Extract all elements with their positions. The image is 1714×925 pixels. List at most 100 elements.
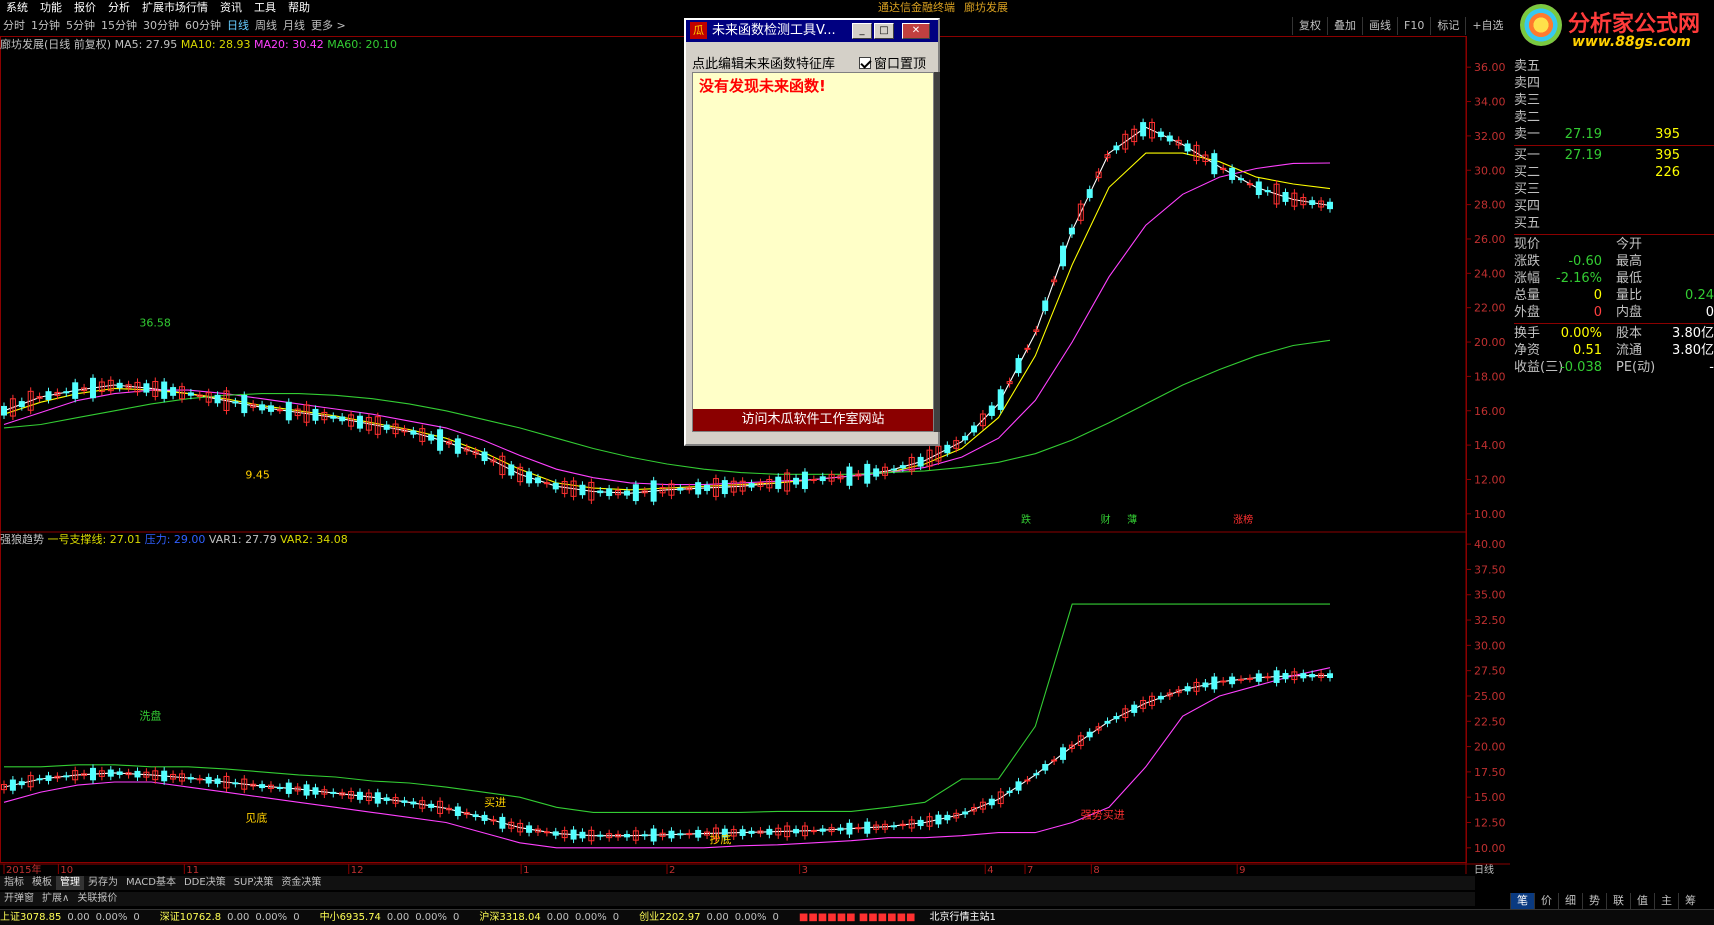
event-marker[interactable]: 财 (1101, 513, 1111, 526)
tab-price[interactable]: 价 (1534, 893, 1558, 909)
event-marker[interactable]: 涨榜 (1233, 513, 1253, 526)
f10-button[interactable]: F10 (1397, 17, 1430, 35)
menu-item-news[interactable]: 资讯 (214, 0, 248, 15)
candle-body (437, 429, 444, 451)
stay-on-top-label: 窗口置顶 (874, 57, 927, 72)
series-line-一号支撑线 (3, 675, 1331, 837)
candle-body (526, 825, 533, 833)
candle-body (695, 829, 702, 838)
period-more[interactable]: 更多 > (308, 17, 349, 35)
index-name: 中小 (319, 912, 340, 923)
candle-body (606, 488, 613, 497)
period-monthly[interactable]: 月线 (280, 17, 308, 35)
tab-value[interactable]: 值 (1630, 893, 1654, 909)
expand-button[interactable]: 扩展∧ (38, 892, 73, 906)
candle-body (597, 490, 604, 494)
menu-item-analysis[interactable]: 分析 (102, 0, 136, 15)
index-name: 深证 (159, 912, 180, 923)
tab-dde[interactable]: DDE决策 (180, 876, 230, 890)
candle-body (187, 392, 194, 396)
candle-body (890, 825, 897, 828)
tab-macd[interactable]: MACD基本 (122, 876, 180, 890)
edit-feature-link[interactable]: 点此编辑未来函数特征库 (692, 53, 835, 72)
candle-body (383, 424, 390, 430)
index-quote[interactable]: 中小6935.74 0.00 0.00% 0 (320, 910, 466, 925)
index-quote[interactable]: 上证3078.85 0.00 0.00% 0 (0, 910, 146, 925)
menu-item-tools[interactable]: 工具 (248, 0, 282, 15)
tab-detail[interactable]: 细 (1558, 893, 1582, 909)
period-weekly[interactable]: 周线 (252, 17, 280, 35)
candle-body (1051, 759, 1058, 762)
mark-button[interactable]: 标记 (1430, 17, 1465, 35)
period-30min[interactable]: 30分钟 (140, 17, 182, 35)
index-quote[interactable]: 创业2202.97 0.00 0.00% 0 (639, 910, 785, 925)
x-tick-label: 9 (1239, 865, 1245, 874)
y-tick-label: 30.00 (1474, 164, 1506, 177)
x-tick-label: 4 (987, 865, 993, 874)
stat-label: 总量 (1514, 288, 1541, 303)
candle-body (1140, 122, 1147, 137)
period-5min[interactable]: 5分钟 (63, 17, 98, 35)
dialog-title[interactable]: 未来函数检测工具V... (686, 20, 938, 42)
index-v: 0 (612, 912, 620, 923)
adjust-button[interactable]: 复权 (1292, 17, 1327, 35)
overlay-button[interactable]: 叠加 (1327, 17, 1362, 35)
menu-item-function[interactable]: 功能 (34, 0, 68, 15)
maximize-button[interactable]: □ (874, 23, 894, 39)
event-marker[interactable]: 薄 (1127, 513, 1137, 526)
tab-trades[interactable]: 笔 (1510, 893, 1534, 909)
y-tick-label: 32.00 (1474, 130, 1506, 143)
visit-website-button[interactable]: 访问木瓜软件工作室网站 (693, 409, 933, 431)
y-tick-label: 26.00 (1474, 233, 1506, 246)
indicator-tabs: 指标 模板 管理 另存为 MACD基本 DDE决策 SUP决策 资金决策 (0, 876, 1475, 890)
menu-item-help[interactable]: 帮助 (282, 0, 316, 15)
index-quote[interactable]: 深证10762.8 0.00 0.00% 0 (160, 910, 306, 925)
checkbox-icon[interactable] (859, 57, 871, 69)
tab-related[interactable]: 联 (1606, 893, 1630, 909)
minimize-button[interactable]: _ (852, 23, 872, 39)
tab-trend[interactable]: 势 (1582, 893, 1606, 909)
open-popup-button[interactable]: 开弹窗 (0, 892, 38, 906)
tab-chips[interactable]: 筹 (1678, 893, 1702, 909)
period-1min[interactable]: 1分钟 (28, 17, 63, 35)
candle-body (597, 834, 604, 837)
period-daily[interactable]: 日线 (224, 17, 252, 35)
stat-row: 收益(三) -0.038 PE(动) - (1514, 360, 1714, 376)
period-tick[interactable]: 分时 (0, 17, 28, 35)
period-15min[interactable]: 15分钟 (98, 17, 140, 35)
candle-body (187, 777, 194, 780)
tab-main[interactable]: 主 (1654, 893, 1678, 909)
tab-manage[interactable]: 管理 (56, 876, 84, 890)
index-quote[interactable]: 沪深3318.04 0.00 0.00% 0 (479, 910, 625, 925)
stay-on-top-checkbox[interactable]: 窗口置顶 (859, 53, 926, 72)
candle-body (63, 391, 70, 394)
menu-item-quote[interactable]: 报价 (68, 0, 102, 15)
event-marker[interactable]: 跌 (1021, 513, 1031, 526)
tab-sup[interactable]: SUP决策 (230, 876, 278, 890)
tab-indicator[interactable]: 指标 (0, 876, 28, 890)
y-tick-label: 18.00 (1474, 370, 1506, 383)
dialog-scrollbar[interactable] (934, 72, 940, 432)
tab-template[interactable]: 模板 (28, 876, 56, 890)
main-chart-info: 廊坊发展(日线 前复权) MA5: 27.95 MA10: 28.93 MA20… (0, 38, 700, 52)
y-tick-label: 28.00 (1474, 199, 1506, 212)
candle-body (695, 482, 702, 495)
candle-body (1131, 704, 1138, 713)
menu-bar: 系统 功能 报价 分析 扩展市场行情 资讯 工具 帮助 通达信金融终端 廊坊发展 (0, 0, 1714, 15)
menu-item-system[interactable]: 系统 (0, 0, 34, 15)
candle-body (1024, 347, 1031, 350)
add-watchlist-button[interactable]: +自选 (1465, 17, 1509, 35)
related-quote-button[interactable]: 关联报价 (73, 892, 121, 906)
future-function-dialog[interactable]: 未来函数检测工具V... 瓜 _ □ ✕ 点此编辑未来函数特征库 窗口置顶 没有… (684, 18, 940, 446)
index-val: 6935.74 (339, 912, 381, 923)
server-station[interactable]: 北京行情主站1 (929, 910, 995, 925)
y-tick-label: 34.00 (1474, 96, 1506, 109)
tab-save-as[interactable]: 另存为 (84, 876, 122, 890)
period-60min[interactable]: 60分钟 (182, 17, 224, 35)
tab-fund[interactable]: 资金决策 (277, 876, 325, 890)
menu-item-extended-market[interactable]: 扩展市场行情 (136, 0, 214, 15)
candle-body (1104, 720, 1111, 724)
index-v: 0 (293, 912, 300, 923)
draw-line-button[interactable]: 画线 (1362, 17, 1397, 35)
close-button[interactable]: ✕ (902, 23, 930, 39)
